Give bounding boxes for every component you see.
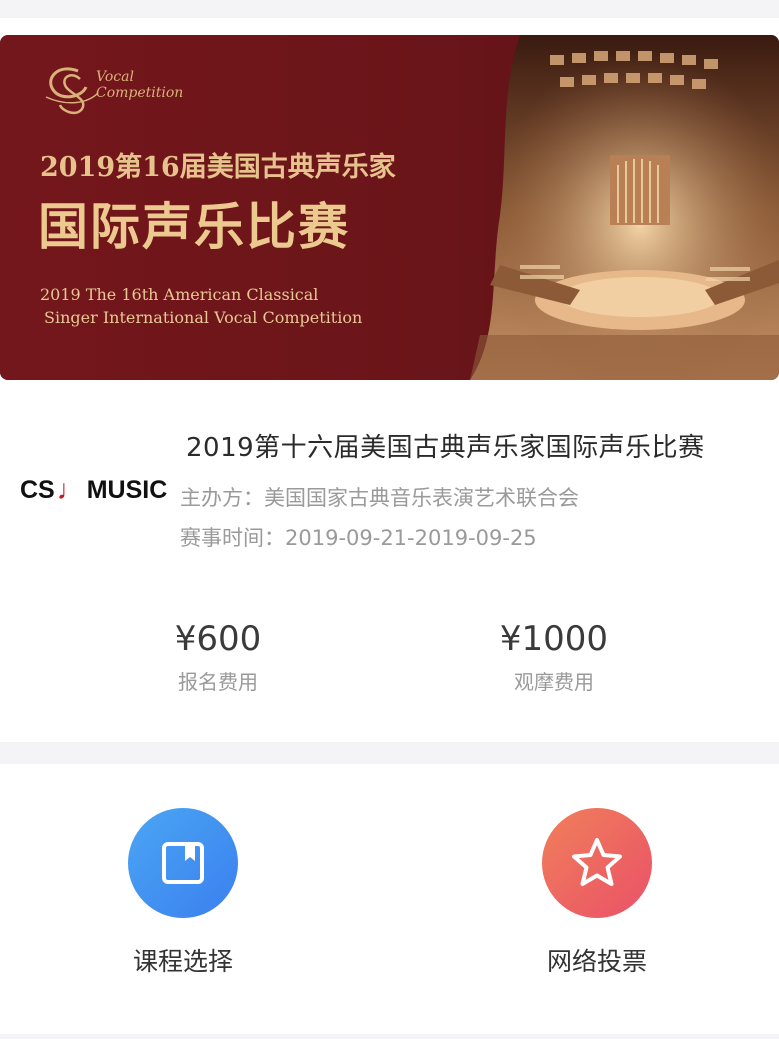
logo-line-competition: Competition <box>96 85 184 101</box>
registration-fee-label: 报名费用 <box>178 670 258 694</box>
event-time: 赛事时间：2019-09-21-2019-09-25 <box>180 526 537 550</box>
top-spacer <box>0 0 779 18</box>
banner-english-line2: Singer International Vocal Competition <box>44 308 363 327</box>
registration-fee: ¥600 报名费用 <box>118 618 318 695</box>
banner-title-line1: 2019第16届美国古典声乐家 <box>40 152 396 183</box>
event-organizer: 主办方：美国国家古典音乐表演艺术联合会 <box>180 486 579 510</box>
online-vote-label: 网络投票 <box>546 947 647 976</box>
event-banner[interactable]: Vocal Competition 2019第16届美国古典声乐家 国际声乐比赛… <box>0 35 779 380</box>
music-note-icon: ♩ <box>56 474 85 505</box>
logo-text: Vocal Competition <box>96 69 216 101</box>
banner-english-line1: 2019 The 16th American Classical <box>40 285 319 304</box>
banner-title-line2: 国际声乐比赛 <box>38 197 350 256</box>
registration-fee-amount: ¥600 <box>174 619 262 659</box>
course-select-circle[interactable] <box>128 808 238 918</box>
course-select-label: 课程选择 <box>132 947 233 976</box>
online-vote-circle[interactable] <box>542 808 652 918</box>
section-divider <box>0 742 779 764</box>
star-icon <box>572 838 622 886</box>
observation-fee-label: 观摩费用 <box>514 670 594 694</box>
online-vote-button[interactable]: 网络投票 <box>507 808 687 978</box>
bookmark-icon <box>162 842 204 884</box>
action-panel: 课程选择 网络投票 <box>0 764 779 1034</box>
concert-hall-image <box>470 35 779 380</box>
observation-fee: ¥1000 观摩费用 <box>454 618 654 695</box>
course-select-button[interactable]: 课程选择 <box>93 808 273 978</box>
brand-left-text: CS <box>20 475 55 504</box>
bottom-spacer <box>0 1034 779 1039</box>
observation-fee-amount: ¥1000 <box>499 619 609 659</box>
cs-music-logo: CS ♩ MUSIC <box>20 474 168 505</box>
event-title: 2019第十六届美国古典声乐家国际声乐比赛 <box>186 433 705 463</box>
brand-right-text: MUSIC <box>86 475 168 504</box>
logo-line-vocal: Vocal <box>96 69 134 85</box>
